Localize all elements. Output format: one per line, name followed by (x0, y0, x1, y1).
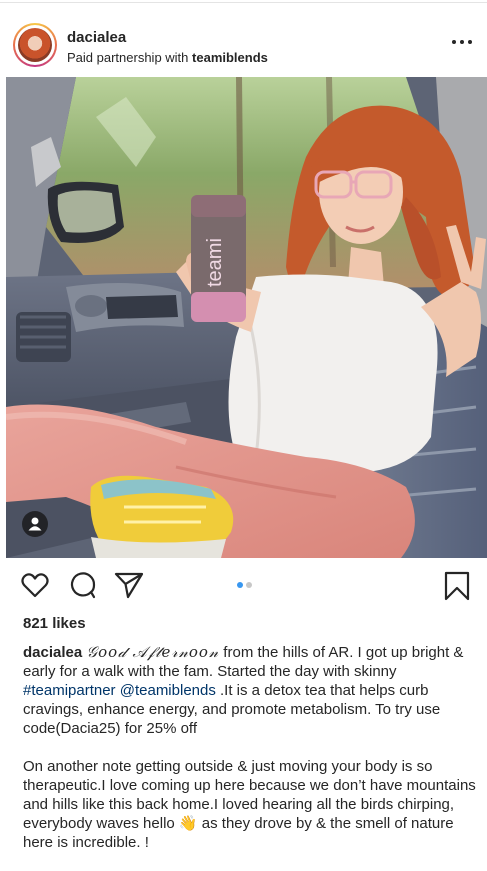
caption-username[interactable]: dacialea (23, 644, 82, 661)
comment-bubble-icon[interactable] (67, 570, 97, 605)
carousel-dot[interactable] (246, 582, 252, 588)
bottle-brand-label: teami (204, 238, 226, 287)
caption-paragraph-2: On another note getting outside & just m… (23, 757, 478, 852)
paid-partnership-label: Paid partnership with teamiblends (67, 50, 268, 65)
top-divider (0, 2, 487, 3)
post-caption: dacialea 𝒢𝑜𝑜𝒹 𝒜𝒻𝓉𝑒𝓇𝓃𝑜𝑜𝓃 from the hills o… (23, 643, 478, 871)
paper-plane-icon[interactable] (113, 570, 145, 605)
avatar-image (18, 28, 52, 62)
post-photo[interactable]: teami (6, 77, 487, 558)
heart-icon[interactable] (20, 570, 50, 605)
hashtag-link[interactable]: #teamipartner (23, 682, 116, 699)
post-actions-bar (0, 566, 487, 606)
post-header: dacialea Paid partnership with teamiblen… (0, 16, 487, 72)
caption-greeting: 𝒢𝑜𝑜𝒹 𝒜𝒻𝓉𝑒𝓇𝓃𝑜𝑜𝓃 (86, 643, 220, 661)
bookmark-icon[interactable] (443, 570, 471, 607)
avatar[interactable] (13, 23, 57, 67)
post-photo-illustration: teami (6, 77, 487, 558)
partner-link[interactable]: teamiblends (192, 50, 268, 65)
mention-link[interactable]: @teamiblends (120, 682, 216, 699)
user-tag-icon[interactable] (22, 511, 48, 537)
more-options-icon[interactable] (450, 38, 474, 46)
partnership-prefix: Paid partnership with (67, 50, 189, 65)
waving-hand-emoji: 👋 (178, 815, 198, 832)
carousel-dot-active[interactable] (237, 582, 243, 588)
caption-paragraph-1: dacialea 𝒢𝑜𝑜𝒹 𝒜𝒻𝓉𝑒𝓇𝓃𝑜𝑜𝓃 from the hills o… (23, 643, 478, 738)
likes-count[interactable]: 821 likes (23, 615, 86, 632)
post-username[interactable]: dacialea (67, 29, 126, 46)
